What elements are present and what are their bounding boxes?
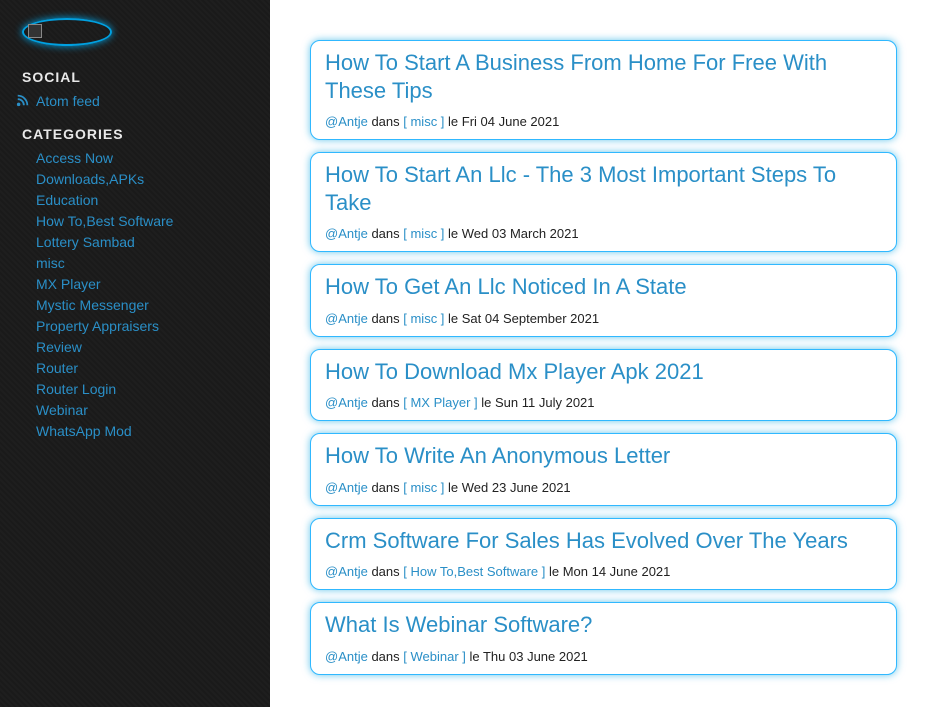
category-link[interactable]: How To,Best Software: [36, 211, 248, 232]
post-title-link[interactable]: How To Write An Anonymous Letter: [325, 442, 882, 470]
logo-icon: [22, 18, 112, 46]
category-list: Access NowDownloads,APKsEducationHow To,…: [36, 148, 248, 442]
post-author-link[interactable]: @Antje: [325, 311, 368, 326]
post-list: How To Start A Business From Home For Fr…: [270, 0, 937, 707]
post-author-link[interactable]: @Antje: [325, 226, 368, 241]
category-link[interactable]: Router Login: [36, 379, 248, 400]
post-author-link[interactable]: @Antje: [325, 395, 368, 410]
post-category-link[interactable]: [ How To,Best Software ]: [403, 564, 545, 579]
post-category-link[interactable]: [ misc ]: [403, 114, 444, 129]
post-card: How To Get An Llc Noticed In A State @Ant…: [310, 264, 897, 337]
post-author-link[interactable]: @Antje: [325, 649, 368, 664]
category-link[interactable]: Webinar: [36, 400, 248, 421]
post-title-link[interactable]: What Is Webinar Software?: [325, 611, 882, 639]
post-card: Crm Software For Sales Has Evolved Over …: [310, 518, 897, 591]
post-card: How To Write An Anonymous Letter @Antje d…: [310, 433, 897, 506]
post-category-link[interactable]: [ misc ]: [403, 311, 444, 326]
post-title-link[interactable]: How To Start An Llc - The 3 Most Importa…: [325, 161, 882, 216]
social-heading: SOCIAL: [22, 69, 248, 85]
post-card: How To Start An Llc - The 3 Most Importa…: [310, 152, 897, 252]
category-link[interactable]: Downloads,APKs: [36, 169, 248, 190]
post-title-link[interactable]: Crm Software For Sales Has Evolved Over …: [325, 527, 882, 555]
category-link[interactable]: MX Player: [36, 274, 248, 295]
category-link[interactable]: Education: [36, 190, 248, 211]
post-author-link[interactable]: @Antje: [325, 564, 368, 579]
category-link[interactable]: Property Appraisers: [36, 316, 248, 337]
post-meta: @Antje dans [ MX Player ] le Sun 11 July…: [325, 395, 882, 410]
category-link[interactable]: Mystic Messenger: [36, 295, 248, 316]
post-title-link[interactable]: How To Get An Llc Noticed In A State: [325, 273, 882, 301]
categories-heading: CATEGORIES: [22, 126, 248, 142]
post-card: What Is Webinar Software? @Antje dans [ W…: [310, 602, 897, 675]
site-logo[interactable]: [22, 18, 248, 51]
category-link[interactable]: Router: [36, 358, 248, 379]
post-meta: @Antje dans [ misc ] le Fri 04 June 2021: [325, 114, 882, 129]
post-card: How To Download Mx Player Apk 2021 @Antje…: [310, 349, 897, 422]
category-link[interactable]: WhatsApp Mod: [36, 421, 248, 442]
post-title-link[interactable]: How To Start A Business From Home For Fr…: [325, 49, 882, 104]
post-category-link[interactable]: [ misc ]: [403, 480, 444, 495]
post-category-link[interactable]: [ MX Player ]: [403, 395, 477, 410]
post-meta: @Antje dans [ Webinar ] le Thu 03 June 2…: [325, 649, 882, 664]
post-category-link[interactable]: [ Webinar ]: [403, 649, 466, 664]
post-category-link[interactable]: [ misc ]: [403, 226, 444, 241]
post-card: How To Start A Business From Home For Fr…: [310, 40, 897, 140]
category-link[interactable]: Lottery Sambad: [36, 232, 248, 253]
post-meta: @Antje dans [ How To,Best Software ] le …: [325, 564, 882, 579]
atom-feed-label[interactable]: Atom feed: [36, 91, 248, 112]
post-title-link[interactable]: How To Download Mx Player Apk 2021: [325, 358, 882, 386]
atom-feed-link[interactable]: Atom feed: [22, 91, 248, 112]
post-author-link[interactable]: @Antje: [325, 480, 368, 495]
category-link[interactable]: Review: [36, 337, 248, 358]
post-author-link[interactable]: @Antje: [325, 114, 368, 129]
post-meta: @Antje dans [ misc ] le Sat 04 September…: [325, 311, 882, 326]
post-meta: @Antje dans [ misc ] le Wed 03 March 202…: [325, 226, 882, 241]
rss-icon: [16, 93, 30, 107]
post-meta: @Antje dans [ misc ] le Wed 23 June 2021: [325, 480, 882, 495]
category-link[interactable]: Access Now: [36, 148, 248, 169]
sidebar: SOCIAL Atom feed CATEGORIES Access NowDo…: [0, 0, 270, 707]
category-link[interactable]: misc: [36, 253, 248, 274]
